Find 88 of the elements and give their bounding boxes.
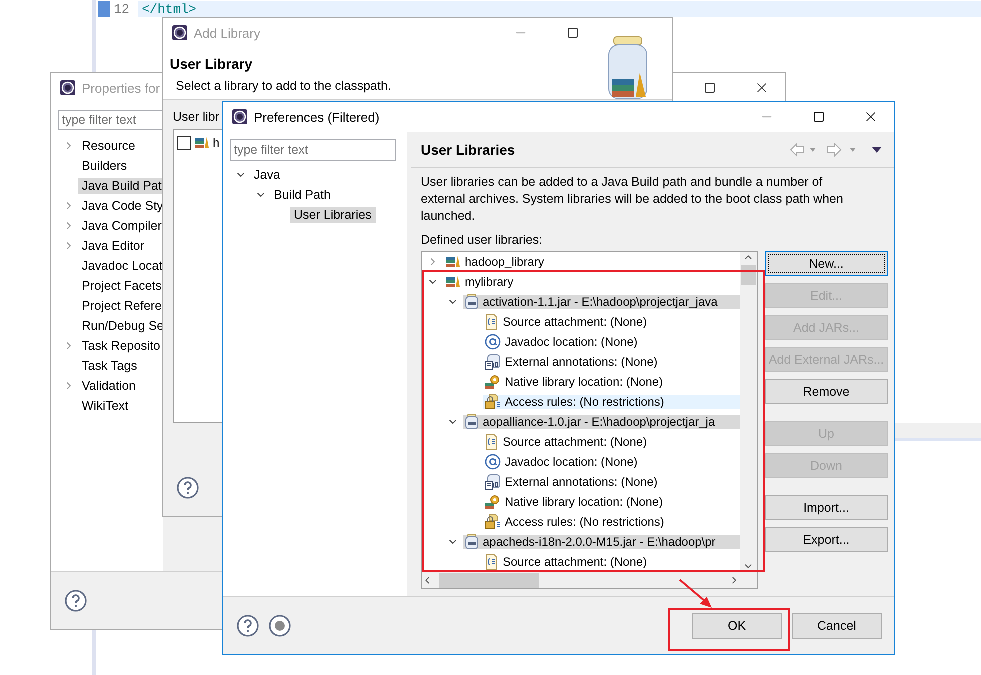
- tree-item[interactable]: Task Reposito: [78, 338, 163, 354]
- tree-item[interactable]: hadoop_library: [443, 255, 740, 269]
- tree-item[interactable]: Java: [250, 167, 284, 183]
- tree-item[interactable]: Project Refere: [78, 298, 163, 314]
- page-title: User Libraries: [421, 142, 516, 158]
- page-description: User libraries can be added to a Java Build path and bundle a number of external archives. System libraries will be added to the boot class path when launched.: [421, 174, 844, 225]
- javadoc-icon: [485, 454, 501, 470]
- tree-item[interactable]: Validation: [78, 378, 140, 394]
- tree-item[interactable]: Project Facets: [78, 278, 163, 294]
- tree-item[interactable]: activation-1.1.jar - E:\hadoop\projectjar_java: [463, 295, 740, 309]
- tree-item[interactable]: Access rules: (No restrictions): [483, 395, 740, 409]
- tree-item[interactable]: Native library location: (None): [483, 495, 740, 509]
- library-name: h: [213, 136, 220, 150]
- annotations-icon: [485, 354, 501, 370]
- tree-item[interactable]: External annotations: (None): [483, 355, 740, 369]
- action-button[interactable]: Export...: [765, 527, 888, 552]
- action-button[interactable]: Remove: [765, 379, 888, 404]
- maximize-icon[interactable]: [813, 111, 825, 123]
- window-title: Preferences (Filtered): [254, 110, 380, 124]
- javadoc-icon: [485, 334, 501, 350]
- ok-button[interactable]: OK: [692, 612, 782, 638]
- list-label: User libr: [173, 110, 220, 124]
- jar-icon: [465, 294, 479, 310]
- scrollbar-thumb[interactable]: [741, 265, 756, 285]
- navigation-icon[interactable]: [790, 142, 882, 156]
- tree-item[interactable]: Native library location: (None): [483, 375, 740, 389]
- jar-books-icon: [606, 35, 650, 101]
- tree-item[interactable]: Builders: [78, 158, 132, 174]
- action-button[interactable]: Import...: [765, 495, 888, 520]
- tree-item[interactable]: Java Build Pat: [78, 178, 163, 194]
- help-icon[interactable]: [65, 590, 87, 612]
- tree-item[interactable]: Resource: [78, 138, 140, 154]
- code-line: </html>: [142, 2, 197, 16]
- source-file-icon: [485, 434, 499, 450]
- tree-item[interactable]: Java Code Sty: [78, 198, 163, 214]
- dialog-heading: User Library: [170, 56, 254, 72]
- native-library-icon: [485, 374, 501, 390]
- tree-item[interactable]: apacheds-i18n-2.0.0-M15.jar - E:\hadoop\pr: [463, 535, 740, 549]
- tree-item[interactable]: Javadoc Locat: [78, 258, 163, 274]
- checkbox[interactable]: [177, 136, 191, 150]
- tree-item[interactable]: Task Tags: [78, 358, 142, 374]
- tree-item[interactable]: Javadoc location: (None): [483, 335, 740, 349]
- annotation-arrow: [678, 578, 714, 610]
- help-icon[interactable]: [177, 476, 199, 498]
- tree-item[interactable]: Source attachment: (None): [483, 555, 740, 569]
- vertical-scrollbar[interactable]: [740, 252, 757, 572]
- source-file-icon: [485, 314, 499, 330]
- action-button[interactable]: New...: [765, 251, 888, 276]
- window-icon: [60, 80, 76, 96]
- horizontal-scrollbar[interactable]: [422, 572, 740, 588]
- access-rules-icon: [485, 514, 501, 530]
- line-number: 12: [114, 2, 130, 16]
- access-rules-icon: [485, 394, 501, 410]
- jar-icon: [465, 534, 479, 550]
- jar-icon: [465, 414, 479, 430]
- tree-item[interactable]: Access rules: (No restrictions): [483, 515, 740, 529]
- window-icon: [172, 25, 188, 41]
- dialog-description: Select a library to add to the classpath.: [176, 79, 392, 93]
- annotations-icon: [485, 474, 501, 490]
- tree-item[interactable]: Java Editor: [78, 238, 149, 254]
- source-file-icon: [485, 554, 499, 570]
- tree-item[interactable]: Source attachment: (None): [483, 315, 740, 329]
- native-library-icon: [485, 494, 501, 510]
- tree-item[interactable]: Javadoc location: (None): [483, 455, 740, 469]
- tree-item[interactable]: Java Compiler: [78, 218, 163, 234]
- window-title: Add Library: [194, 26, 260, 40]
- tree-item[interactable]: mylibrary: [443, 275, 740, 289]
- library-icon: [445, 275, 461, 289]
- tree-item[interactable]: Source attachment: (None): [483, 435, 740, 449]
- scrollbar-thumb[interactable]: [439, 572, 539, 588]
- tree-item[interactable]: External annotations: (None): [483, 475, 740, 489]
- tree-item[interactable]: User Libraries: [290, 207, 376, 223]
- record-icon[interactable]: [269, 614, 291, 636]
- library-icon: [194, 136, 210, 150]
- maximize-icon[interactable]: [704, 82, 716, 94]
- window-icon: [232, 109, 248, 125]
- maximize-icon[interactable]: [567, 27, 579, 39]
- tree-item[interactable]: Build Path: [270, 187, 335, 203]
- tree-item[interactable]: WikiText: [78, 398, 133, 414]
- tree-item[interactable]: aopalliance-1.0.jar - E:\hadoop\projectjar_ja: [463, 415, 740, 429]
- filter-field[interactable]: type filter text: [230, 139, 396, 161]
- filter-field[interactable]: type filter text: [58, 110, 163, 130]
- list-label: Defined user libraries:: [421, 233, 543, 247]
- scrollbar-corner: [740, 572, 757, 588]
- window-title: Properties for: [82, 80, 160, 96]
- cancel-button[interactable]: Cancel: [792, 612, 882, 638]
- help-icon[interactable]: [237, 614, 259, 636]
- library-icon: [445, 255, 461, 269]
